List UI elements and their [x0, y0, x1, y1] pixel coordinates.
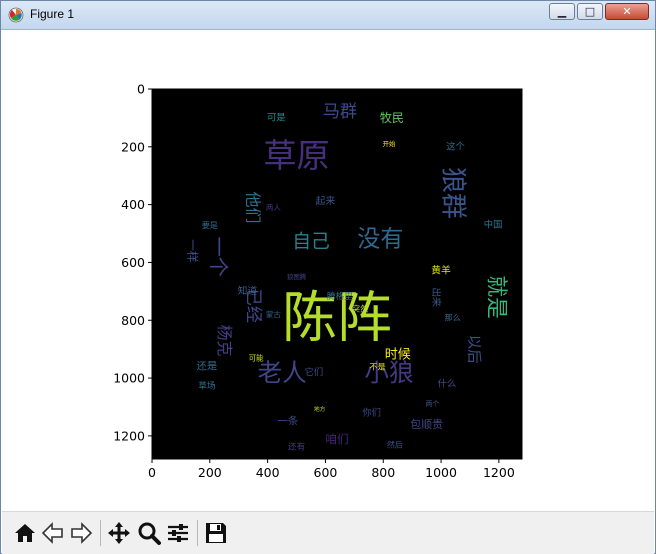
configure-subplots-icon[interactable] — [165, 520, 191, 546]
wordcloud-word: 出来 — [430, 287, 443, 307]
back-arrow-icon[interactable] — [40, 520, 66, 546]
x-tick-label: 600 — [314, 465, 338, 480]
wordcloud-word: 老人 — [257, 358, 306, 387]
window-title: Figure 1 — [30, 7, 75, 21]
wordcloud-word: 还是 — [197, 361, 218, 373]
zoom-icon[interactable] — [136, 520, 162, 546]
y-axis: 0 200 400 600 800 1000 1200 — [113, 82, 152, 443]
close-button[interactable]: ✕ — [605, 3, 649, 20]
wordcloud-word: 以后 — [465, 335, 482, 364]
figure-canvas[interactable]: 陈阵 草原 狼群 没有 自己 老人 小狼 就是 马群 一个 他们 已经 杨克 时候 以后 牧民 咱们 包顺贵 中国一… — [2, 30, 654, 510]
title-bar[interactable]: Figure 1 ▁ □ ✕ — [1, 1, 655, 30]
wordcloud-word: 他们 — [244, 192, 263, 224]
wordcloud-word: 一样 — [185, 239, 199, 262]
wordcloud-word: 一个 — [206, 236, 230, 276]
wordcloud-word: 黄羊 — [431, 264, 451, 277]
y-tick-label: 1200 — [113, 428, 145, 443]
wordcloud-word: 没有 — [357, 226, 403, 252]
wordcloud-word: 腾格里 — [327, 290, 353, 302]
wordcloud-word: 地方 — [314, 405, 326, 413]
x-tick-label: 200 — [198, 465, 222, 480]
matplotlib-app-icon — [8, 7, 24, 23]
minimize-button[interactable]: ▁ — [549, 3, 575, 20]
figure-window: Figure 1 ▁ □ ✕ 陈阵 草原 狼群 没有 自己 老人 小狼 就是 马群 一个 他们 已经杨… — [0, 0, 656, 554]
wordcloud-word: 咱们 — [325, 432, 348, 446]
wordcloud-word: 开始 — [383, 139, 396, 148]
wordcloud-word: 狼图腾 — [287, 272, 307, 281]
y-tick-label: 1000 — [113, 371, 145, 386]
y-tick-label: 600 — [121, 255, 145, 270]
home-icon[interactable] — [12, 520, 38, 546]
wordcloud-word: 包顺贵 — [410, 418, 443, 431]
wordcloud-word: 还有 — [288, 440, 306, 452]
wordcloud-word: 那么 — [445, 312, 461, 322]
x-tick-label: 1200 — [483, 465, 515, 480]
wordcloud-word: 狼群 — [438, 167, 468, 219]
forward-arrow-icon[interactable] — [68, 520, 94, 546]
minimize-icon: ▁ — [557, 5, 567, 18]
x-axis: 0 200 400 600 800 1000 1200 — [148, 459, 515, 480]
wordcloud-word: 突然 — [352, 304, 368, 314]
wordcloud-word: 不是 — [369, 362, 385, 372]
toolbar-separator — [100, 520, 101, 546]
wordcloud-plot: 陈阵草原狼群没有自己老人 小狼就是马群一个他们已经杨克 时候 以后牧民咱们包顺贵中国一… — [113, 82, 523, 480]
close-icon: ✕ — [622, 5, 632, 18]
y-tick-label: 400 — [121, 197, 145, 212]
wordcloud-word: 起来 — [316, 195, 336, 207]
wordcloud-word: 要是 — [202, 220, 218, 230]
wordcloud-word: 知道 — [238, 284, 258, 297]
x-tick-label: 800 — [371, 465, 395, 480]
wordcloud-word: 什么 — [438, 377, 457, 389]
navigation-toolbar — [2, 511, 654, 554]
wordcloud-word: 牧民 — [380, 111, 404, 125]
wordcloud-word: 马群 — [323, 102, 358, 122]
wordcloud-word: 一条 — [277, 414, 298, 427]
maximize-icon: □ — [584, 5, 596, 18]
wordcloud-word: 这个 — [446, 140, 465, 152]
wordcloud-word: 时候 — [385, 347, 411, 362]
x-tick-label: 0 — [148, 465, 156, 480]
maximize-button[interactable]: □ — [577, 3, 603, 20]
y-tick-label: 200 — [121, 139, 145, 154]
wordcloud-word: 杨克 — [215, 325, 234, 357]
x-tick-label: 400 — [256, 465, 280, 480]
y-tick-label: 800 — [121, 313, 145, 328]
y-tick-label: 0 — [137, 82, 145, 97]
wordcloud-word: 可能 — [249, 352, 264, 362]
wordcloud-word: 可是 — [267, 112, 286, 123]
wordcloud-word: 你们 — [362, 406, 381, 418]
wordcloud-word: 它们 — [305, 366, 324, 378]
toolbar-separator — [197, 520, 198, 546]
wordcloud-word: 两人 — [266, 203, 281, 212]
wordcloud-word: 中国 — [484, 218, 503, 230]
wordcloud-word: 然后 — [387, 440, 403, 450]
wordcloud-word: 草原 — [263, 136, 329, 175]
save-icon[interactable] — [203, 520, 229, 546]
wordcloud-word: 两个 — [426, 400, 440, 408]
wordcloud-word: 蒙古 — [266, 309, 281, 319]
pan-icon[interactable] — [106, 520, 132, 546]
wordcloud-word: 草场 — [198, 380, 216, 392]
wordcloud-word: 就是 — [483, 275, 508, 318]
wordcloud-word: 自己 — [292, 231, 330, 253]
x-tick-label: 1000 — [425, 465, 457, 480]
